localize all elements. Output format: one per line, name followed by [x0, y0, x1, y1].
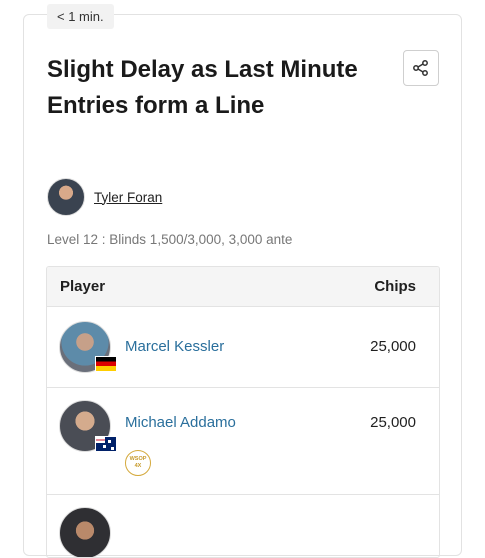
- chips-column-header: Chips: [374, 278, 416, 295]
- table-row: Marcel Kessler 25,000: [47, 307, 439, 388]
- australia-flag-icon: [95, 436, 117, 452]
- player-name-link[interactable]: Marcel Kessler: [125, 338, 224, 355]
- level-info: Level 12 : Blinds 1,500/3,000, 3,000 ant…: [47, 232, 293, 247]
- share-button[interactable]: [403, 50, 439, 86]
- wsop-bracelet-badge-icon: WSOP 4X: [125, 450, 151, 476]
- chip-count: 25,000: [370, 414, 416, 431]
- chip-count: 25,000: [370, 338, 416, 355]
- badge-top-text: WSOP: [129, 456, 147, 462]
- share-icon: [413, 60, 428, 76]
- table-row: [47, 495, 439, 557]
- badge-bottom-text: 4X: [134, 463, 142, 469]
- player-name-link[interactable]: Michael Addamo: [125, 414, 236, 431]
- author-link[interactable]: Tyler Foran: [94, 190, 162, 205]
- avatar[interactable]: [59, 507, 111, 557]
- author-byline: Tyler Foran: [47, 178, 162, 216]
- read-time-badge: < 1 min.: [47, 4, 114, 29]
- table-header: Player Chips: [47, 267, 439, 307]
- post-title: Slight Delay as Last Minute Entries form…: [47, 56, 358, 119]
- germany-flag-icon: [95, 356, 117, 372]
- author-avatar: [47, 178, 85, 216]
- chip-count-table: Player Chips Marcel Kessler 25,000 Micha…: [46, 266, 440, 558]
- table-row: Michael Addamo 25,000 WSOP 4X: [47, 388, 439, 495]
- player-column-header: Player: [60, 278, 106, 295]
